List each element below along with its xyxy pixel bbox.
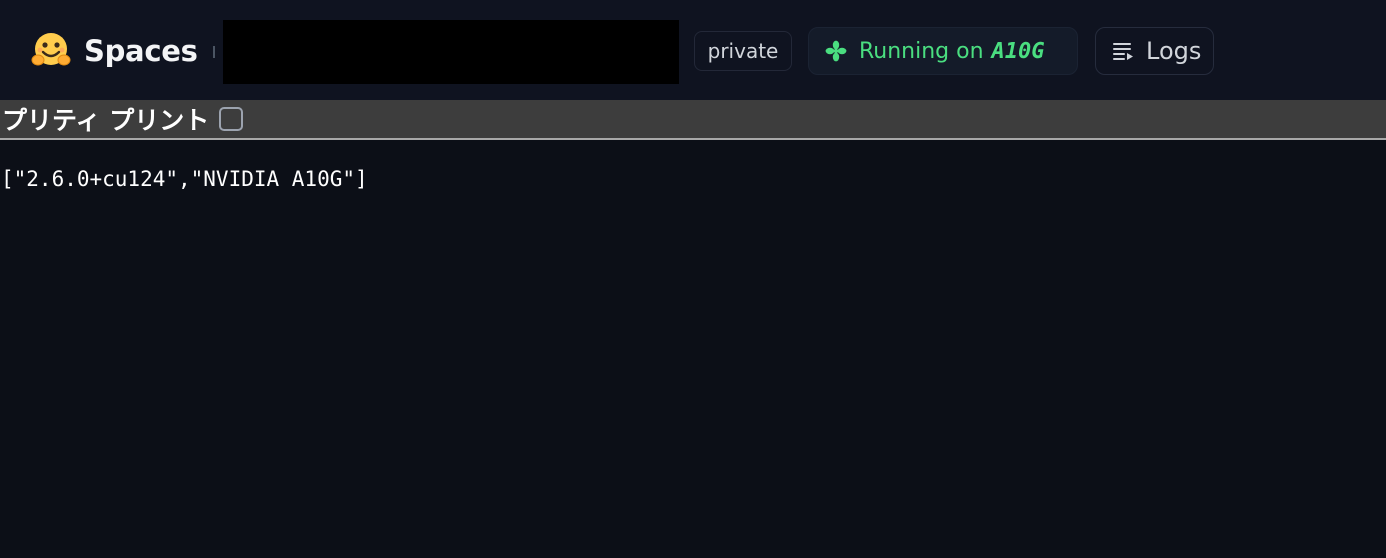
visibility-label: private <box>707 39 779 63</box>
fan-icon <box>825 40 847 62</box>
visibility-badge: private <box>694 31 792 71</box>
header-divider <box>213 46 215 58</box>
hardware-label: A10G <box>991 38 1045 64</box>
pretty-print-label: プリティ プリント <box>2 106 210 135</box>
redacted-space-name <box>223 20 679 84</box>
logs-button[interactable]: Logs <box>1095 27 1214 75</box>
brand-name: Spaces <box>84 34 198 68</box>
app-header: Spaces private Running on A10G Logs <box>0 0 1386 100</box>
logs-label: Logs <box>1146 37 1202 65</box>
spaces-brand-link[interactable]: Spaces <box>30 30 198 72</box>
runtime-status-button[interactable]: Running on A10G <box>808 27 1078 75</box>
status-prefix: Running on <box>859 38 984 64</box>
pretty-print-bar: プリティ プリント <box>0 100 1386 140</box>
hugging-face-icon <box>31 33 71 66</box>
logs-icon <box>1113 43 1133 60</box>
json-output: ["2.6.0+cu124","NVIDIA A10G"] <box>1 167 368 191</box>
pretty-print-checkbox[interactable] <box>219 107 244 131</box>
